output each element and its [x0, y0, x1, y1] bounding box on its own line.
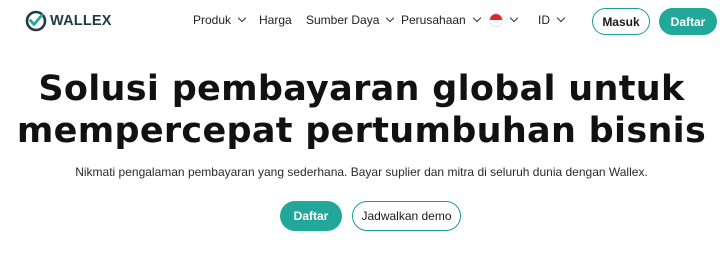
chevron-down-icon — [472, 13, 481, 23]
chevron-down-icon — [237, 13, 247, 23]
nav-item-sumber-daya[interactable]: Sumber Daya — [306, 13, 395, 27]
wallex-logo[interactable]: WALLEX — [25, 10, 112, 32]
chevron-down-icon — [509, 13, 519, 23]
language-selector[interactable]: ID — [538, 13, 566, 27]
hero-headline-line-2: mempercepat pertumbuhan bisnis — [16, 111, 707, 151]
nav-item-label: Produk — [193, 13, 232, 27]
chevron-down-icon — [556, 13, 566, 23]
hero-subtitle: Nikmati pengalaman pembayaran yang seder… — [75, 165, 648, 179]
wallex-logo-icon — [25, 10, 47, 32]
nav-item-perusahaan[interactable]: Perusahaan — [401, 13, 481, 27]
nav-item-label: Perusahaan — [401, 13, 466, 27]
nav-item-harga[interactable]: Harga — [259, 13, 292, 27]
hero-headline-line-1: Solusi pembayaran global untuk — [38, 69, 685, 109]
schedule-demo-button[interactable]: Jadwalkan demo — [352, 201, 461, 231]
region-selector[interactable] — [489, 13, 519, 27]
chevron-down-icon — [386, 13, 395, 23]
nav-item-label: Harga — [259, 13, 292, 27]
language-code: ID — [538, 13, 550, 27]
login-button[interactable]: Masuk — [592, 8, 650, 35]
nav-item-produk[interactable]: Produk — [193, 13, 247, 27]
nav-item-label: Sumber Daya — [306, 13, 380, 27]
top-navigation-bar: WALLEX Produk Harga Sumber Daya Perusaha… — [0, 0, 723, 42]
signup-button[interactable]: Daftar — [659, 8, 717, 35]
brand-name: WALLEX — [50, 13, 112, 29]
hero-signup-button[interactable]: Daftar — [280, 201, 342, 231]
indonesia-flag-icon — [489, 13, 503, 27]
